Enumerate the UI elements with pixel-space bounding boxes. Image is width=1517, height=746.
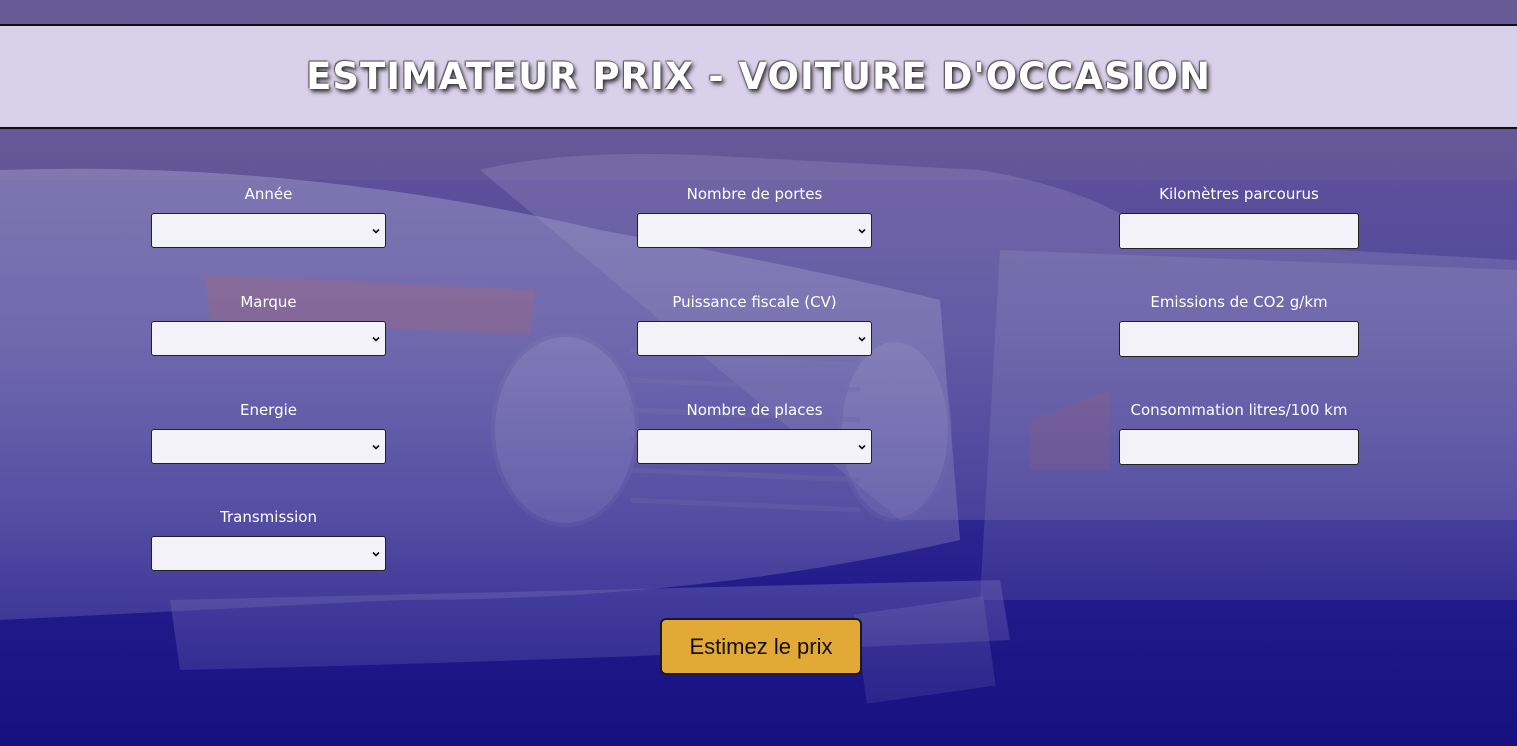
marque-select[interactable]	[151, 321, 386, 356]
chevron-down-icon	[858, 336, 866, 342]
kilometres-input[interactable]	[1119, 213, 1359, 249]
nombre-portes-label: Nombre de portes	[686, 185, 823, 203]
transmission-select[interactable]	[151, 536, 386, 571]
field-transmission: Transmission	[151, 508, 386, 571]
transmission-label: Transmission	[220, 508, 317, 526]
field-energie: Energie	[151, 401, 386, 464]
chevron-down-icon	[372, 336, 380, 342]
chevron-down-icon	[372, 551, 380, 557]
field-marque: Marque	[151, 293, 386, 356]
chevron-down-icon	[372, 444, 380, 450]
nombre-portes-select[interactable]	[637, 213, 872, 248]
energie-label: Energie	[239, 401, 298, 419]
field-annee: Année	[151, 185, 386, 248]
nombre-places-select[interactable]	[637, 429, 872, 464]
nombre-places-label: Nombre de places	[686, 401, 823, 419]
field-nombre-portes: Nombre de portes	[637, 185, 872, 248]
puissance-label: Puissance fiscale (CV)	[672, 293, 837, 311]
annee-select[interactable]	[151, 213, 386, 248]
marque-label: Marque	[240, 293, 297, 311]
chevron-down-icon	[858, 444, 866, 450]
page-header: ESTIMATEUR PRIX - VOITURE D'OCCASION	[0, 24, 1517, 129]
energie-select[interactable]	[151, 429, 386, 464]
chevron-down-icon	[372, 228, 380, 234]
page-title: ESTIMATEUR PRIX - VOITURE D'OCCASION	[306, 55, 1211, 98]
emissions-input[interactable]	[1119, 321, 1359, 357]
field-emissions: Emissions de CO2 g/km	[1119, 293, 1359, 357]
field-puissance: Puissance fiscale (CV)	[637, 293, 872, 356]
puissance-select[interactable]	[637, 321, 872, 356]
chevron-down-icon	[858, 228, 866, 234]
estimate-price-button[interactable]: Estimez le prix	[660, 618, 862, 675]
field-nombre-places: Nombre de places	[637, 401, 872, 464]
emissions-label: Emissions de CO2 g/km	[1150, 293, 1328, 311]
kilometres-label: Kilomètres parcourus	[1159, 185, 1319, 203]
field-consommation: Consommation litres/100 km	[1119, 401, 1359, 465]
annee-label: Année	[244, 185, 293, 203]
consommation-input[interactable]	[1119, 429, 1359, 465]
consommation-label: Consommation litres/100 km	[1130, 401, 1348, 419]
field-kilometres: Kilomètres parcourus	[1119, 185, 1359, 249]
